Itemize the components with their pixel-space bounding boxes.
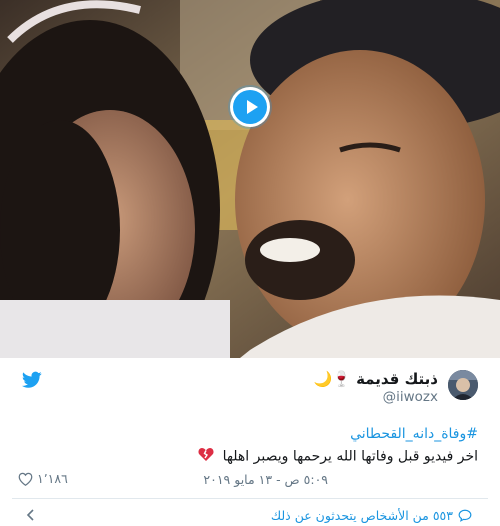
broken-heart-icon [198,447,214,466]
display-name[interactable]: ذبتك قديمة 🍷🌙 [314,370,439,388]
hashtag-link[interactable]: #وفاة_دانه_القحطاني [350,426,478,442]
tweet-text-body: اخر فيديو قبل وفاتها الله يرحمها ويصبر ا… [222,448,478,465]
author-block[interactable]: ذبتك قديمة 🍷🌙 @iiwozx [314,370,439,406]
like-button[interactable]: ١٬١٨٦ [18,471,68,486]
heart-outline-icon [18,472,33,486]
tweet-meta: ٥:٠٩ ص - ١٣ مايو ٢٠١٩ ١٬١٨٦ [18,470,478,490]
play-button[interactable] [230,87,270,127]
twitter-bird-icon[interactable] [22,371,42,389]
divider [12,498,488,499]
avatar-image [448,370,478,400]
conversation-link[interactable]: ٥٥٣ من الأشخاص يتحدثون عن ذلك [271,508,472,523]
conversation-text: ٥٥٣ من الأشخاص يتحدثون عن ذلك [270,508,453,523]
timestamp[interactable]: ٥:٠٩ ص - ١٣ مايو ٢٠١٩ [203,472,328,487]
play-icon [233,90,267,124]
handle[interactable]: @iiwozx [314,388,438,406]
chevron-left-icon[interactable] [24,508,38,522]
speech-bubble-icon [458,509,472,522]
avatar[interactable] [448,370,478,400]
tweet-text: اخر فيديو قبل وفاتها الله يرحمها ويصبر ا… [198,447,478,466]
video-thumbnail [0,0,500,358]
tweet-video[interactable] [0,0,500,358]
like-count: ١٬١٨٦ [37,471,68,486]
